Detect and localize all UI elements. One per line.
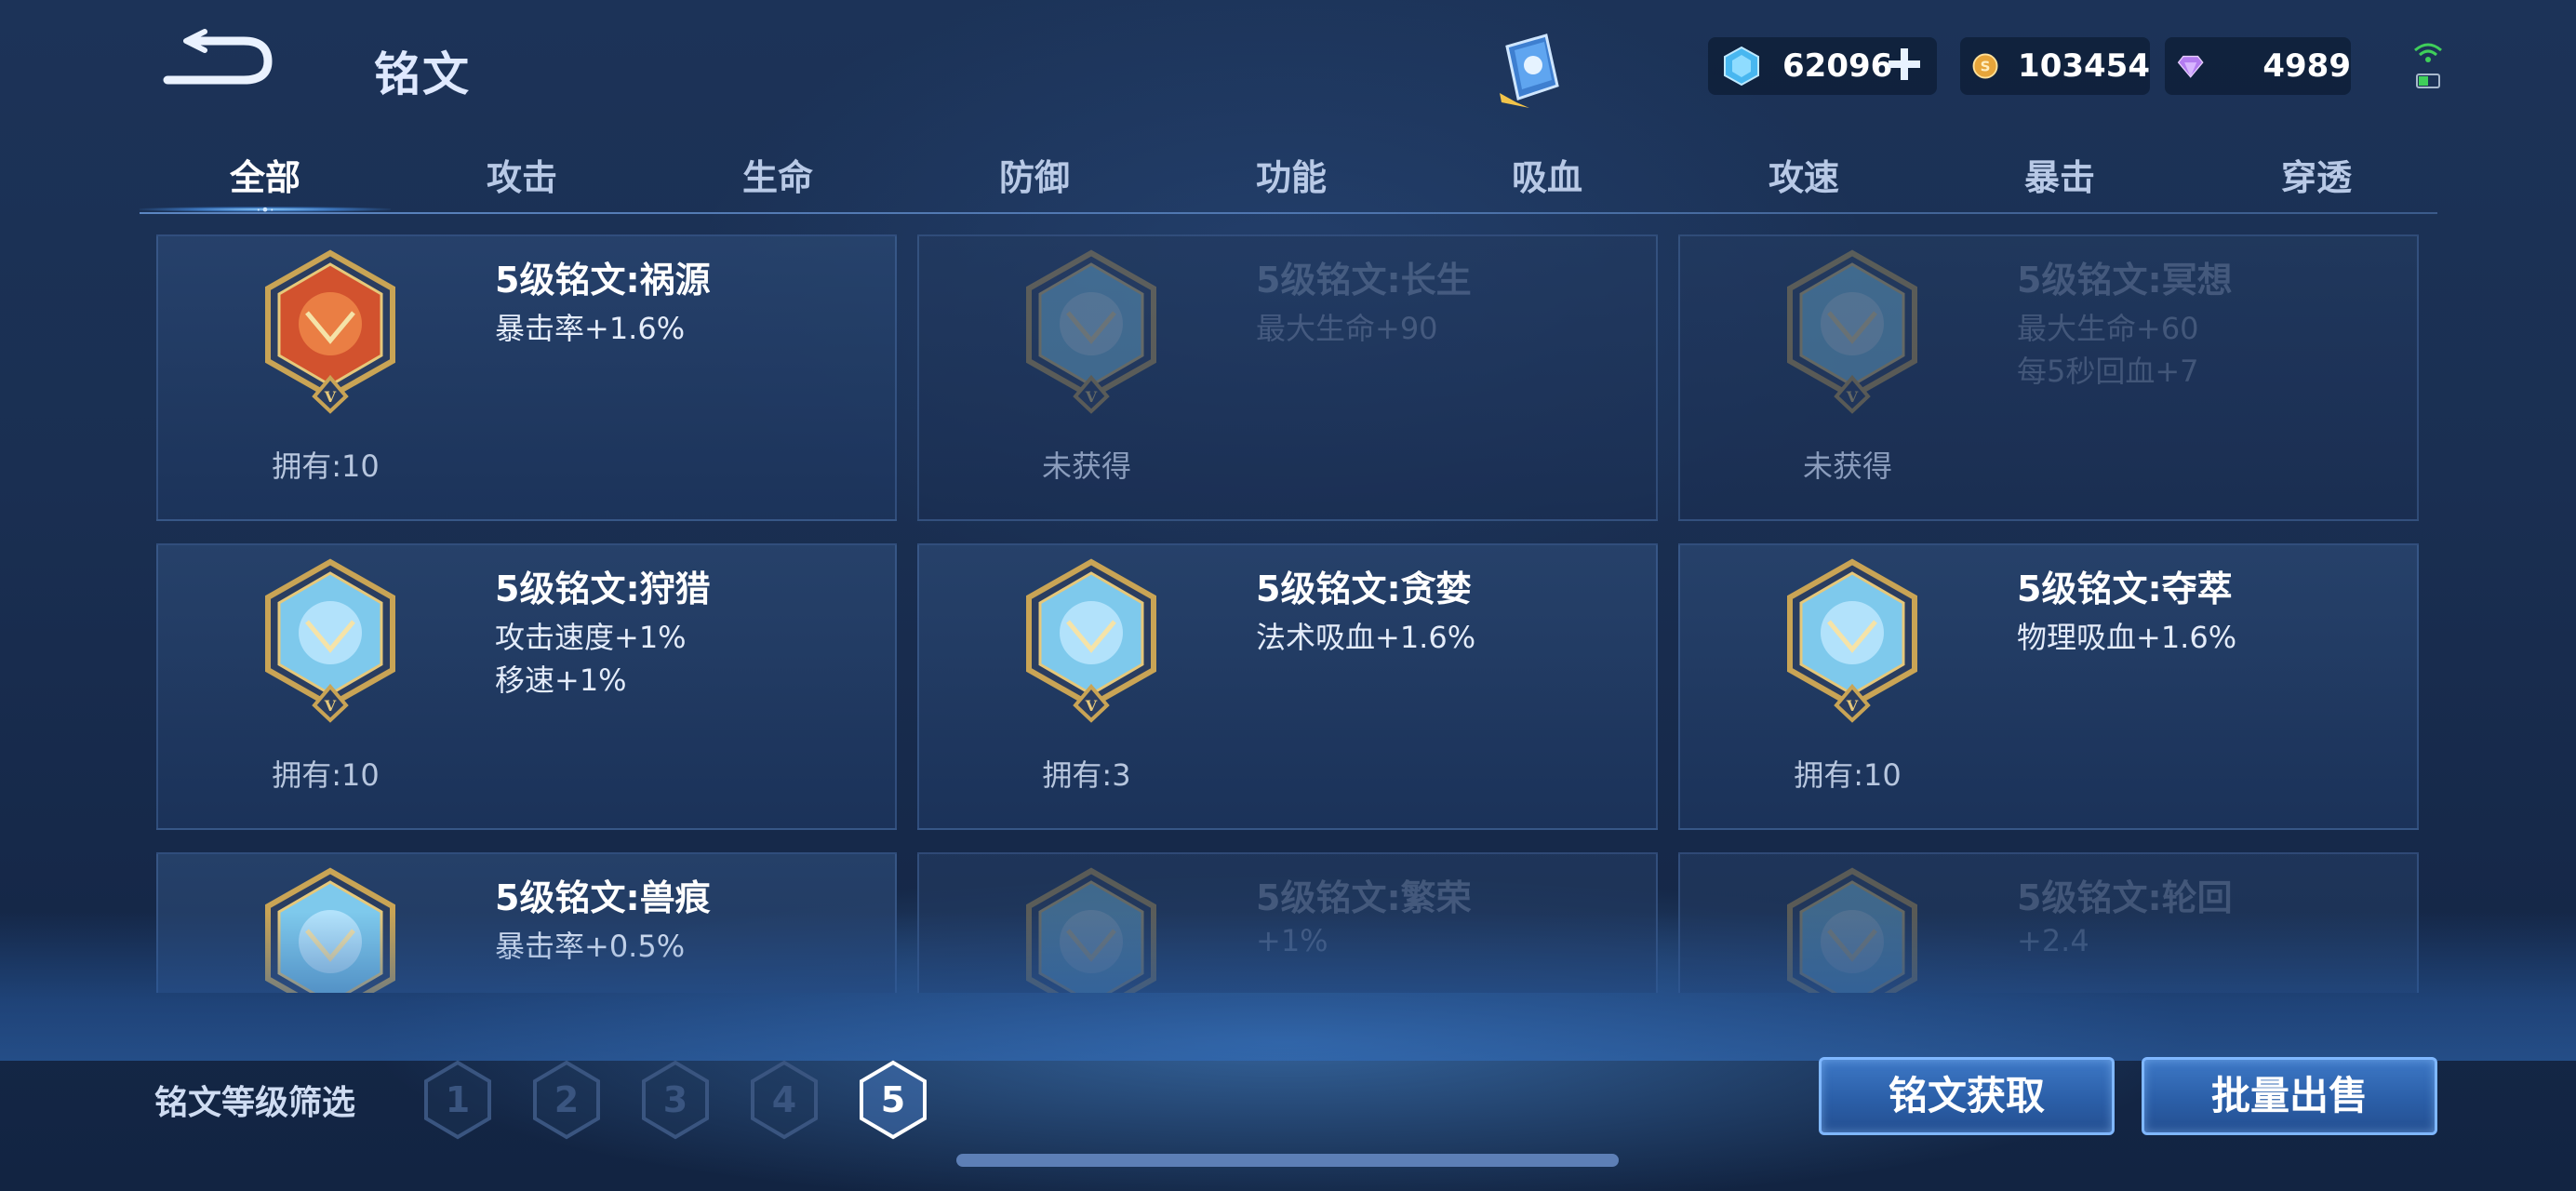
category-tabs: 全部 攻击 生命 防御 功能 吸血 攻速 暴击 穿透 ·•·: [140, 140, 2437, 219]
home-indicator[interactable]: [956, 1154, 1619, 1167]
inscription-stat: 暴击率+0.5%: [495, 929, 686, 964]
coin-icon: S: [1972, 53, 1998, 79]
owned-count: 拥有:10: [272, 757, 380, 793]
red-emblem-icon: V: [260, 248, 400, 415]
svg-text:V: V: [1085, 697, 1098, 715]
inscription-stat: 法术吸血+1.6%: [1256, 620, 1476, 655]
inscription-card[interactable]: V 5级铭文:狩猎攻击速度+1% 移速+1% 拥有:10: [156, 543, 897, 830]
blue-emblem-icon: V: [1021, 248, 1161, 415]
inscription-grid: V 5级铭文:祸源暴击率+1.6% 拥有:10 V 5级铭文:长生最大生命+90 未…: [156, 234, 2421, 993]
tab-function[interactable]: 功能: [1198, 149, 1384, 200]
blue-emblem-icon: V: [1021, 556, 1161, 724]
svg-text:V: V: [1846, 388, 1859, 406]
inscription-name: 5级铭文:夺萃: [2017, 569, 2233, 609]
inscription-stat: 物理吸血+1.6%: [2017, 620, 2237, 655]
gem-resource: 62096: [1708, 37, 1937, 95]
inscription-card[interactable]: V 5级铭文:轮回 +2.4: [1678, 852, 2419, 993]
level-filter-label: 铭文等级筛选: [154, 1084, 356, 1122]
inscription-name: 5级铭文:祸源: [495, 260, 711, 301]
inscription-card[interactable]: V 5级铭文:冥想最大生命+60 每5秒回血+7 未获得: [1678, 234, 2419, 521]
inscription-card[interactable]: V 5级铭文:祸源暴击率+1.6% 拥有:10: [156, 234, 897, 521]
blue-emblem-icon: V: [260, 556, 400, 724]
tab-divider: [140, 212, 2437, 214]
inscription-name: 5级铭文:冥想: [2017, 260, 2233, 301]
blue-emblem-icon: V: [260, 865, 400, 993]
inscription-stat: 每5秒回血+7: [2017, 354, 2199, 389]
add-gem-icon[interactable]: [1885, 45, 1924, 84]
svg-text:V: V: [324, 388, 337, 406]
inscription-card[interactable]: V 5级铭文:长生最大生命+90 未获得: [917, 234, 1658, 521]
level-filter-2[interactable]: 2: [529, 1059, 604, 1141]
level-filter-5[interactable]: 5: [856, 1059, 930, 1141]
get-inscription-button[interactable]: 铭文获取: [1819, 1057, 2115, 1135]
level-filter-label: 1: [445, 1079, 471, 1120]
gem-count: 62096: [1782, 47, 1893, 85]
inscription-card[interactable]: V 5级铭文:繁荣 +1%: [917, 852, 1658, 993]
blue-emblem-icon: V: [1782, 556, 1922, 724]
inscription-stat: 移速+1%: [495, 662, 627, 698]
level-filter-3[interactable]: 3: [638, 1059, 713, 1141]
inscription-name: 5级铭文:长生: [1256, 260, 1472, 301]
inscription-name: 5级铭文:兽痕: [495, 877, 711, 918]
owned-count: 拥有:10: [272, 448, 380, 484]
level-filter-1[interactable]: 1: [420, 1059, 495, 1141]
back-arrow-icon: [163, 29, 273, 85]
level-filter-label: 2: [554, 1079, 580, 1120]
blue-emblem-icon: V: [1782, 865, 1922, 993]
bulk-sell-button[interactable]: 批量出售: [2142, 1057, 2437, 1135]
tab-defense[interactable]: 防御: [941, 149, 1128, 200]
owned-count: 未获得: [1802, 448, 1892, 484]
level-filter-4[interactable]: 4: [747, 1059, 821, 1141]
inscription-stat: 最大生命+60: [2017, 311, 2199, 346]
inscription-stat: +1%: [1256, 923, 1328, 958]
gem-icon: [1724, 46, 1759, 87]
diamond-count: 4989: [2262, 47, 2351, 85]
inscription-stat: 最大生命+90: [1256, 311, 1438, 346]
diamond-icon: [2177, 55, 2204, 78]
inscription-card[interactable]: V 5级铭文:兽痕暴击率+0.5%: [156, 852, 897, 993]
diamond-resource: 4989: [2165, 37, 2351, 95]
tab-health[interactable]: 生命: [685, 149, 871, 200]
tab-critical[interactable]: 暴击: [1967, 149, 2153, 200]
back-button[interactable]: [158, 28, 279, 93]
inscription-name: 5级铭文:繁荣: [1256, 877, 1472, 918]
coin-count: 103454: [2018, 47, 2150, 85]
svg-text:V: V: [324, 697, 337, 715]
inscription-name: 5级铭文:轮回: [2017, 877, 2233, 918]
inscription-stat: +2.4: [2017, 923, 2089, 958]
inscription-name: 5级铭文:狩猎: [495, 569, 711, 609]
owned-count: 拥有:10: [1794, 757, 1902, 793]
level-filter-label: 4: [771, 1079, 797, 1120]
owned-count: 未获得: [1041, 448, 1131, 484]
tab-attack-speed[interactable]: 攻速: [1711, 149, 1897, 200]
tab-penetration[interactable]: 穿透: [2223, 149, 2409, 200]
level-filter-label: 5: [880, 1079, 906, 1120]
owned-count: 拥有:3: [1042, 757, 1131, 793]
tab-all[interactable]: 全部: [172, 149, 358, 200]
wifi-battery-icon: [2414, 43, 2442, 88]
inscription-stat: 攻击速度+1%: [495, 620, 687, 655]
blue-emblem-icon: V: [1782, 248, 1922, 415]
tab-lifesteal[interactable]: 吸血: [1454, 149, 1640, 200]
coin-resource: S 103454: [1960, 37, 2150, 95]
page-title: 铭文: [374, 47, 471, 101]
inscription-book-icon[interactable]: [1488, 28, 1572, 112]
inscription-name: 5级铭文:贪婪: [1256, 569, 1472, 609]
inscription-stat: 暴击率+1.6%: [495, 311, 686, 346]
blue-emblem-icon: V: [1021, 865, 1161, 993]
inscription-card[interactable]: V 5级铭文:夺萃物理吸血+1.6% 拥有:10: [1678, 543, 2419, 830]
svg-text:V: V: [1085, 388, 1098, 406]
svg-text:S: S: [1981, 59, 1991, 75]
svg-text:V: V: [1846, 697, 1859, 715]
level-filter-label: 3: [662, 1079, 688, 1120]
inscription-card[interactable]: V 5级铭文:贪婪法术吸血+1.6% 拥有:3: [917, 543, 1658, 830]
tab-attack[interactable]: 攻击: [429, 149, 615, 200]
